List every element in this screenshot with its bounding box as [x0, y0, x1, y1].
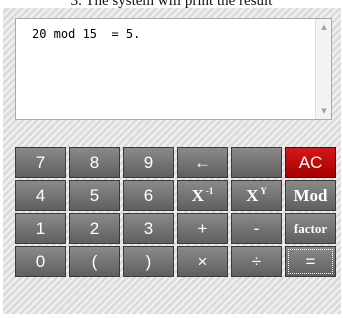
left-paren-button[interactable]: (	[69, 246, 120, 277]
key-9[interactable]: 9	[123, 147, 174, 178]
minus-button[interactable]: -	[231, 213, 282, 244]
backspace-button[interactable]: ←	[177, 147, 228, 178]
key-0[interactable]: 0	[15, 246, 66, 277]
key-5[interactable]: 5	[69, 180, 120, 211]
instruction-caption: 3. The system will print the result	[70, 0, 273, 8]
scroll-up-icon[interactable]: ▲	[316, 19, 331, 35]
key-8[interactable]: 8	[69, 147, 120, 178]
key-3[interactable]: 3	[123, 213, 174, 244]
key-4[interactable]: 4	[15, 180, 66, 211]
inverse-base: X	[191, 185, 204, 205]
multiply-button[interactable]: ×	[177, 246, 228, 277]
equals-button[interactable]: =	[285, 246, 336, 277]
display-scrollbar[interactable]: ▲ ▼	[315, 19, 331, 119]
calculator-panel: 20 mod 15 = 5. ▲ ▼ 7 8 9 ← AC 4 5 6 X -1 …	[3, 8, 341, 314]
result-text: 20 mod 15 = 5.	[32, 27, 141, 41]
page: 3. The system will print the result 20 m…	[0, 0, 343, 318]
all-clear-button[interactable]: AC	[285, 147, 336, 178]
divide-button[interactable]: ÷	[231, 246, 282, 277]
key-7[interactable]: 7	[15, 147, 66, 178]
power-exponent: Y	[260, 185, 267, 196]
factor-button[interactable]: factor	[285, 213, 336, 244]
right-paren-button[interactable]: )	[123, 246, 174, 277]
power-base: X	[246, 185, 259, 205]
key-2[interactable]: 2	[69, 213, 120, 244]
mod-button[interactable]: Mod	[285, 180, 336, 211]
inverse-button[interactable]: X -1	[177, 180, 228, 211]
power-button[interactable]: XY	[231, 180, 282, 211]
blank-button[interactable]	[231, 147, 282, 178]
plus-button[interactable]: +	[177, 213, 228, 244]
inverse-exponent: -1	[205, 185, 214, 196]
scroll-down-icon[interactable]: ▼	[316, 103, 331, 119]
key-1[interactable]: 1	[15, 213, 66, 244]
result-display[interactable]: 20 mod 15 = 5. ▲ ▼	[15, 18, 332, 120]
key-6[interactable]: 6	[123, 180, 174, 211]
